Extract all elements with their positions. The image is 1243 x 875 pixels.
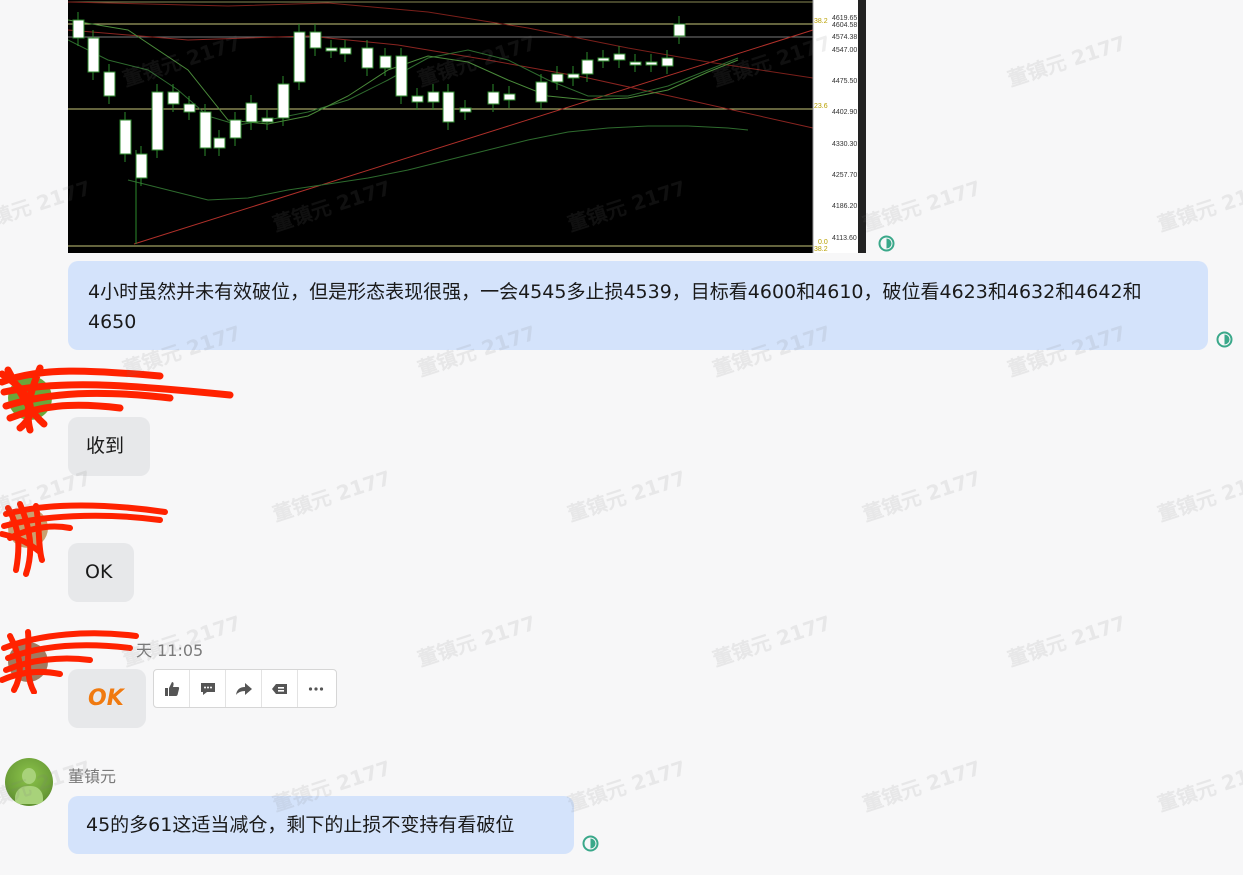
sticker-bubble[interactable]: OK xyxy=(68,669,146,728)
price-label: 4257.70 xyxy=(832,172,857,179)
watermark-text: 董镇元 2177 xyxy=(859,755,984,817)
watermark-text: 董镇元 2177 xyxy=(859,175,984,237)
comment-icon[interactable] xyxy=(190,670,226,707)
price-label: 4604.58 xyxy=(832,22,857,29)
message-text: OK xyxy=(85,561,113,583)
price-label: 4475.50 xyxy=(832,78,857,85)
ok-sticker: OK xyxy=(88,686,124,711)
watermark-text: 董镇元 2177 xyxy=(1154,465,1243,527)
watermark-text: 董镇元 2177 xyxy=(1154,755,1243,817)
watermark-text: 董镇元 2177 xyxy=(859,465,984,527)
like-icon[interactable] xyxy=(154,670,190,707)
price-label: 4619.65 xyxy=(832,15,857,22)
more-icon[interactable] xyxy=(298,670,334,707)
message-bubble[interactable]: 4小时虽然并未有效破位，但是形态表现很强，一会4545多止损4539，目标看46… xyxy=(68,261,1208,350)
message-bubble[interactable]: OK xyxy=(68,543,134,602)
forward-icon[interactable] xyxy=(226,670,262,707)
message-text: 收到 xyxy=(86,435,125,457)
watermark-text: 董镇元 2177 xyxy=(414,610,539,672)
fib-level-label: 38.2 xyxy=(814,246,828,253)
price-label: 4186.20 xyxy=(832,203,857,210)
watermark-text: 董镇元 2177 xyxy=(1004,610,1129,672)
message-bubble[interactable]: 收到 xyxy=(68,417,150,476)
message-action-bar xyxy=(153,669,337,708)
sender-name: 董镇元 xyxy=(68,767,117,786)
read-status-icon xyxy=(1216,331,1233,348)
price-label: 4330.30 xyxy=(832,141,857,148)
fib-level-label: 0.0 xyxy=(818,239,828,246)
message-text: 4小时虽然并未有效破位，但是形态表现很强，一会4545多止损4539，目标看46… xyxy=(88,281,1142,333)
message-time: 天 11:05 xyxy=(136,641,204,660)
read-status-icon xyxy=(582,835,599,852)
chart-image[interactable]: 4619.65 4604.58 4574.38 4547.00 4475.50 4402.… xyxy=(68,0,866,253)
message-text: 45的多61这适当减仓，剩下的止损不变持有看破位 xyxy=(86,814,515,836)
price-label: 4113.60 xyxy=(832,235,857,242)
price-label: 4574.38 xyxy=(832,34,857,41)
watermark-text: 董镇元 2177 xyxy=(1154,175,1243,237)
watermark-text: 董镇元 2177 xyxy=(564,465,689,527)
multi-select-icon[interactable] xyxy=(262,670,298,707)
avatar[interactable] xyxy=(5,758,53,806)
watermark-text: 董镇元 2177 xyxy=(269,465,394,527)
watermark-text: 董镇元 2177 xyxy=(709,610,834,672)
watermark-text: 董镇元 2177 xyxy=(1004,30,1129,92)
message-bubble[interactable]: 45的多61这适当减仓，剩下的止损不变持有看破位 xyxy=(68,796,574,854)
watermark-text: 董镇元 2177 xyxy=(564,755,689,817)
read-status-icon xyxy=(878,235,895,252)
fib-level-label: 38.2 xyxy=(814,18,828,25)
price-label: 4402.90 xyxy=(832,109,857,116)
fib-level-label: 23.6 xyxy=(814,103,828,110)
price-label: 4547.00 xyxy=(832,47,857,54)
